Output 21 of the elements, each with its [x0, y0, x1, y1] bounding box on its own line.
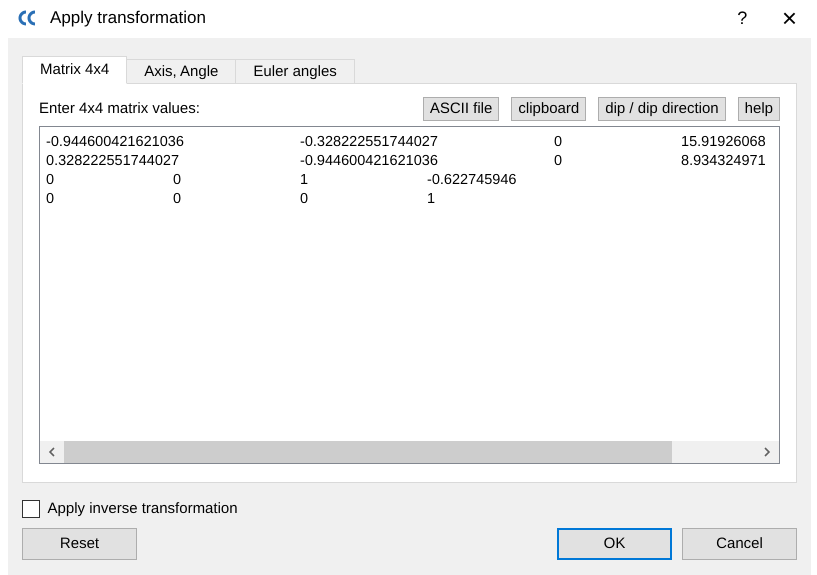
- help-button[interactable]: ?: [731, 9, 754, 27]
- tab[interactable]: Euler angles: [235, 59, 355, 84]
- window-title: Apply transformation: [50, 7, 206, 30]
- matrix-text-area[interactable]: -0.944600421621036 -0.328222551744027 0 15.91926068 0.328222551744027 -0.944600421621036 0 8.934324971 0 0 1 -0.622745946 0 0 0 1: [39, 126, 780, 464]
- dialog-button[interactable]: Cancel: [682, 528, 797, 560]
- dialog-button[interactable]: OK: [557, 528, 672, 560]
- checkbox-label: Apply inverse transformation: [48, 499, 238, 519]
- matrix-row-text: -0.944600421621036 -0.328222551744027 0 15.91926068: [46, 133, 766, 152]
- prompt-label: Enter 4x4 matrix values:: [39, 98, 201, 119]
- checkbox[interactable]: [22, 500, 40, 518]
- matrix-row-text: 0 0 0 1: [46, 190, 436, 209]
- tool-button[interactable]: help: [738, 97, 780, 121]
- dialog-button[interactable]: Reset: [22, 528, 137, 560]
- tool-button[interactable]: dip / dip direction: [598, 97, 726, 121]
- matrix-row-text: 0.328222551744027 -0.944600421621036 0 8.934324971: [46, 152, 766, 171]
- scrollbar-thumb[interactable]: [64, 441, 672, 463]
- tab[interactable]: Matrix 4x4: [22, 56, 128, 84]
- tool-button[interactable]: clipboard: [511, 97, 586, 121]
- matrix-row-text: 0 0 1 -0.622745946: [46, 171, 516, 190]
- close-button[interactable]: ×: [776, 5, 803, 31]
- tool-button[interactable]: ASCII file: [422, 97, 500, 121]
